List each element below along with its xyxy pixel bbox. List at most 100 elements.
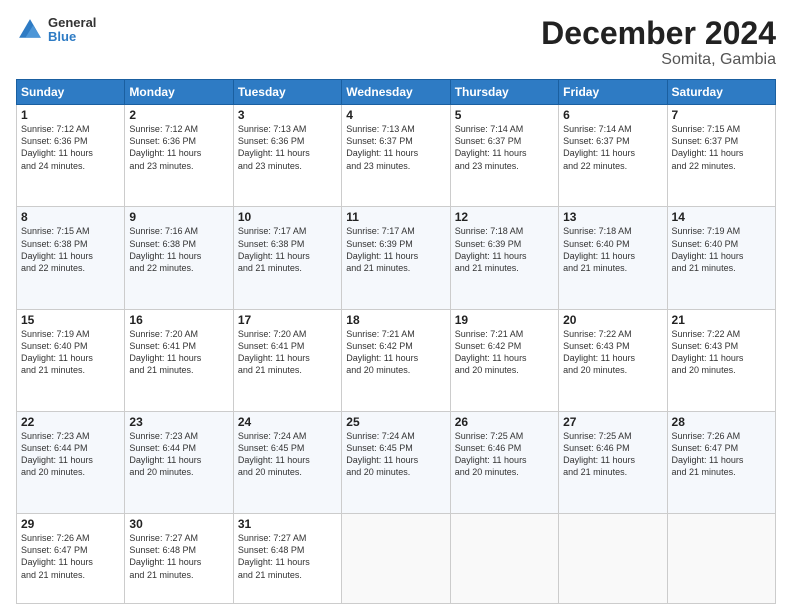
calendar-cell: 8Sunrise: 7:15 AM Sunset: 6:38 PM Daylig…	[17, 207, 125, 309]
day-number: 13	[563, 210, 662, 224]
title-block: December 2024 Somita, Gambia	[541, 16, 776, 69]
day-number: 17	[238, 313, 337, 327]
calendar-title: December 2024	[541, 16, 776, 51]
calendar-cell: 14Sunrise: 7:19 AM Sunset: 6:40 PM Dayli…	[667, 207, 775, 309]
weekday-header-thursday: Thursday	[450, 80, 558, 105]
calendar-cell: 21Sunrise: 7:22 AM Sunset: 6:43 PM Dayli…	[667, 309, 775, 411]
day-number: 15	[21, 313, 120, 327]
calendar-cell: 31Sunrise: 7:27 AM Sunset: 6:48 PM Dayli…	[233, 514, 341, 604]
cell-info: Sunrise: 7:23 AM Sunset: 6:44 PM Dayligh…	[129, 430, 228, 479]
calendar-cell: 3Sunrise: 7:13 AM Sunset: 6:36 PM Daylig…	[233, 105, 341, 207]
calendar-cell: 20Sunrise: 7:22 AM Sunset: 6:43 PM Dayli…	[559, 309, 667, 411]
weekday-header-tuesday: Tuesday	[233, 80, 341, 105]
week-row-4: 22Sunrise: 7:23 AM Sunset: 6:44 PM Dayli…	[17, 411, 776, 513]
cell-info: Sunrise: 7:19 AM Sunset: 6:40 PM Dayligh…	[672, 225, 771, 274]
day-number: 25	[346, 415, 445, 429]
cell-info: Sunrise: 7:18 AM Sunset: 6:39 PM Dayligh…	[455, 225, 554, 274]
cell-info: Sunrise: 7:14 AM Sunset: 6:37 PM Dayligh…	[563, 123, 662, 172]
cell-info: Sunrise: 7:23 AM Sunset: 6:44 PM Dayligh…	[21, 430, 120, 479]
weekday-header-wednesday: Wednesday	[342, 80, 450, 105]
calendar-cell	[450, 514, 558, 604]
calendar-cell: 30Sunrise: 7:27 AM Sunset: 6:48 PM Dayli…	[125, 514, 233, 604]
calendar-cell: 11Sunrise: 7:17 AM Sunset: 6:39 PM Dayli…	[342, 207, 450, 309]
logo-text: General Blue	[48, 16, 96, 45]
cell-info: Sunrise: 7:21 AM Sunset: 6:42 PM Dayligh…	[455, 328, 554, 377]
weekday-header-sunday: Sunday	[17, 80, 125, 105]
cell-info: Sunrise: 7:25 AM Sunset: 6:46 PM Dayligh…	[563, 430, 662, 479]
calendar-cell: 4Sunrise: 7:13 AM Sunset: 6:37 PM Daylig…	[342, 105, 450, 207]
calendar-cell: 10Sunrise: 7:17 AM Sunset: 6:38 PM Dayli…	[233, 207, 341, 309]
day-number: 29	[21, 517, 120, 531]
calendar-cell: 18Sunrise: 7:21 AM Sunset: 6:42 PM Dayli…	[342, 309, 450, 411]
calendar-cell: 7Sunrise: 7:15 AM Sunset: 6:37 PM Daylig…	[667, 105, 775, 207]
day-number: 26	[455, 415, 554, 429]
cell-info: Sunrise: 7:22 AM Sunset: 6:43 PM Dayligh…	[672, 328, 771, 377]
calendar-cell	[342, 514, 450, 604]
logo: General Blue	[16, 16, 96, 45]
logo-icon	[16, 16, 44, 44]
calendar-cell: 5Sunrise: 7:14 AM Sunset: 6:37 PM Daylig…	[450, 105, 558, 207]
day-number: 16	[129, 313, 228, 327]
day-number: 23	[129, 415, 228, 429]
cell-info: Sunrise: 7:24 AM Sunset: 6:45 PM Dayligh…	[346, 430, 445, 479]
cell-info: Sunrise: 7:20 AM Sunset: 6:41 PM Dayligh…	[238, 328, 337, 377]
day-number: 14	[672, 210, 771, 224]
calendar-cell: 9Sunrise: 7:16 AM Sunset: 6:38 PM Daylig…	[125, 207, 233, 309]
cell-info: Sunrise: 7:20 AM Sunset: 6:41 PM Dayligh…	[129, 328, 228, 377]
cell-info: Sunrise: 7:13 AM Sunset: 6:37 PM Dayligh…	[346, 123, 445, 172]
weekday-header-saturday: Saturday	[667, 80, 775, 105]
weekday-header-friday: Friday	[559, 80, 667, 105]
cell-info: Sunrise: 7:21 AM Sunset: 6:42 PM Dayligh…	[346, 328, 445, 377]
calendar-cell: 15Sunrise: 7:19 AM Sunset: 6:40 PM Dayli…	[17, 309, 125, 411]
calendar-cell: 26Sunrise: 7:25 AM Sunset: 6:46 PM Dayli…	[450, 411, 558, 513]
cell-info: Sunrise: 7:14 AM Sunset: 6:37 PM Dayligh…	[455, 123, 554, 172]
day-number: 20	[563, 313, 662, 327]
calendar-cell: 25Sunrise: 7:24 AM Sunset: 6:45 PM Dayli…	[342, 411, 450, 513]
day-number: 11	[346, 210, 445, 224]
cell-info: Sunrise: 7:27 AM Sunset: 6:48 PM Dayligh…	[238, 532, 337, 581]
cell-info: Sunrise: 7:12 AM Sunset: 6:36 PM Dayligh…	[129, 123, 228, 172]
calendar-cell	[559, 514, 667, 604]
cell-info: Sunrise: 7:15 AM Sunset: 6:38 PM Dayligh…	[21, 225, 120, 274]
weekday-header-row: SundayMondayTuesdayWednesdayThursdayFrid…	[17, 80, 776, 105]
calendar-cell: 16Sunrise: 7:20 AM Sunset: 6:41 PM Dayli…	[125, 309, 233, 411]
cell-info: Sunrise: 7:13 AM Sunset: 6:36 PM Dayligh…	[238, 123, 337, 172]
day-number: 18	[346, 313, 445, 327]
cell-info: Sunrise: 7:19 AM Sunset: 6:40 PM Dayligh…	[21, 328, 120, 377]
day-number: 4	[346, 108, 445, 122]
header: General Blue December 2024 Somita, Gambi…	[16, 16, 776, 69]
day-number: 27	[563, 415, 662, 429]
day-number: 19	[455, 313, 554, 327]
cell-info: Sunrise: 7:27 AM Sunset: 6:48 PM Dayligh…	[129, 532, 228, 581]
calendar-cell	[667, 514, 775, 604]
calendar-cell: 12Sunrise: 7:18 AM Sunset: 6:39 PM Dayli…	[450, 207, 558, 309]
calendar-cell: 28Sunrise: 7:26 AM Sunset: 6:47 PM Dayli…	[667, 411, 775, 513]
day-number: 10	[238, 210, 337, 224]
weekday-header-monday: Monday	[125, 80, 233, 105]
calendar-cell: 22Sunrise: 7:23 AM Sunset: 6:44 PM Dayli…	[17, 411, 125, 513]
cell-info: Sunrise: 7:24 AM Sunset: 6:45 PM Dayligh…	[238, 430, 337, 479]
calendar-cell: 17Sunrise: 7:20 AM Sunset: 6:41 PM Dayli…	[233, 309, 341, 411]
calendar-cell: 1Sunrise: 7:12 AM Sunset: 6:36 PM Daylig…	[17, 105, 125, 207]
cell-info: Sunrise: 7:26 AM Sunset: 6:47 PM Dayligh…	[672, 430, 771, 479]
cell-info: Sunrise: 7:26 AM Sunset: 6:47 PM Dayligh…	[21, 532, 120, 581]
day-number: 30	[129, 517, 228, 531]
calendar-cell: 13Sunrise: 7:18 AM Sunset: 6:40 PM Dayli…	[559, 207, 667, 309]
day-number: 6	[563, 108, 662, 122]
calendar-subtitle: Somita, Gambia	[541, 51, 776, 69]
day-number: 5	[455, 108, 554, 122]
calendar-cell: 29Sunrise: 7:26 AM Sunset: 6:47 PM Dayli…	[17, 514, 125, 604]
calendar-cell: 24Sunrise: 7:24 AM Sunset: 6:45 PM Dayli…	[233, 411, 341, 513]
day-number: 31	[238, 517, 337, 531]
day-number: 7	[672, 108, 771, 122]
calendar-cell: 6Sunrise: 7:14 AM Sunset: 6:37 PM Daylig…	[559, 105, 667, 207]
day-number: 28	[672, 415, 771, 429]
page: General Blue December 2024 Somita, Gambi…	[0, 0, 792, 612]
day-number: 3	[238, 108, 337, 122]
calendar-cell: 23Sunrise: 7:23 AM Sunset: 6:44 PM Dayli…	[125, 411, 233, 513]
calendar-cell: 2Sunrise: 7:12 AM Sunset: 6:36 PM Daylig…	[125, 105, 233, 207]
cell-info: Sunrise: 7:22 AM Sunset: 6:43 PM Dayligh…	[563, 328, 662, 377]
week-row-3: 15Sunrise: 7:19 AM Sunset: 6:40 PM Dayli…	[17, 309, 776, 411]
day-number: 24	[238, 415, 337, 429]
calendar-cell: 19Sunrise: 7:21 AM Sunset: 6:42 PM Dayli…	[450, 309, 558, 411]
